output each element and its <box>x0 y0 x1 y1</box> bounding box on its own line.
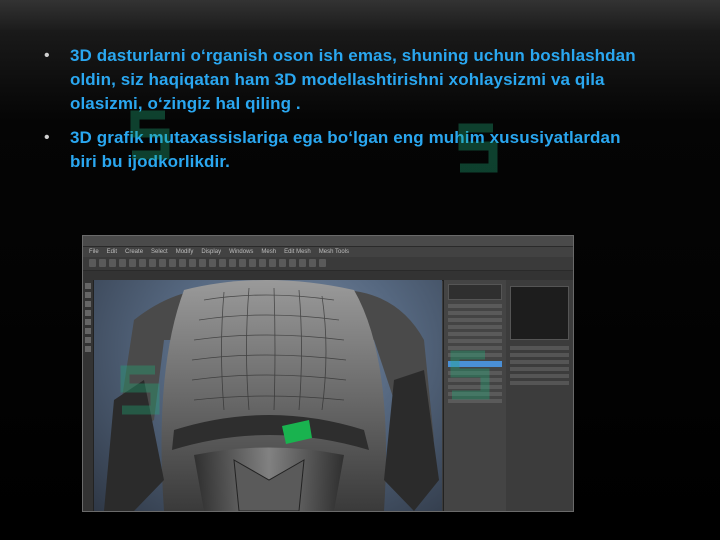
panel-row <box>510 346 569 350</box>
tool-button[interactable] <box>299 259 306 267</box>
tool-button[interactable] <box>89 259 96 267</box>
menu-item[interactable]: Display <box>201 247 221 257</box>
tool-button[interactable] <box>149 259 156 267</box>
attribute-row <box>448 311 502 315</box>
tool-button[interactable] <box>179 259 186 267</box>
app-toolbar <box>83 257 573 271</box>
menu-item[interactable]: Edit Mesh <box>284 247 311 257</box>
material-swatch[interactable] <box>448 284 502 300</box>
attribute-row <box>448 318 502 322</box>
tool-button[interactable] <box>119 259 126 267</box>
tool-button[interactable] <box>109 259 116 267</box>
menu-item[interactable]: Mesh <box>261 247 276 257</box>
move-tool-icon[interactable] <box>85 310 91 316</box>
menu-item[interactable]: Mesh Tools <box>319 247 349 257</box>
select-tool-icon[interactable] <box>85 283 91 289</box>
tool-button[interactable] <box>239 259 246 267</box>
bullet-dot: • <box>44 129 50 146</box>
watermark-s-icon <box>458 123 498 173</box>
layout-icon[interactable] <box>85 337 91 343</box>
tool-button[interactable] <box>99 259 106 267</box>
attribute-row <box>448 332 502 336</box>
rotate-tool-icon[interactable] <box>85 319 91 325</box>
menu-item[interactable]: File <box>89 247 99 257</box>
attribute-row <box>448 325 502 329</box>
layout-icon[interactable] <box>85 346 91 352</box>
scale-tool-icon[interactable] <box>85 328 91 334</box>
panel-row <box>510 374 569 378</box>
tool-button[interactable] <box>229 259 236 267</box>
preview-pane <box>510 286 569 340</box>
tool-button[interactable] <box>279 259 286 267</box>
right-side-panel <box>506 280 573 511</box>
watermark-s-icon <box>130 110 170 160</box>
tool-button[interactable] <box>169 259 176 267</box>
app-titlebar <box>83 236 573 247</box>
tool-button[interactable] <box>259 259 266 267</box>
watermark-s-icon <box>120 365 160 415</box>
top-band <box>0 0 720 30</box>
tool-button[interactable] <box>219 259 226 267</box>
menu-item[interactable]: Modify <box>176 247 194 257</box>
tool-button[interactable] <box>289 259 296 267</box>
menu-item[interactable]: Edit <box>107 247 117 257</box>
panel-row <box>510 360 569 364</box>
tool-button[interactable] <box>209 259 216 267</box>
tool-button[interactable] <box>129 259 136 267</box>
left-toolbox <box>83 280 94 511</box>
menu-item[interactable]: Select <box>151 247 168 257</box>
tool-button[interactable] <box>199 259 206 267</box>
tool-button[interactable] <box>309 259 316 267</box>
watermark-s-icon <box>450 350 490 400</box>
menu-item[interactable]: Windows <box>229 247 253 257</box>
panel-row <box>510 367 569 371</box>
tool-button[interactable] <box>269 259 276 267</box>
tool-button[interactable] <box>189 259 196 267</box>
menu-item[interactable]: Create <box>125 247 143 257</box>
panel-row <box>510 381 569 385</box>
tool-button[interactable] <box>249 259 256 267</box>
attribute-row <box>448 304 502 308</box>
app-menubar: File Edit Create Select Modify Display W… <box>83 247 573 257</box>
tool-button[interactable] <box>319 259 326 267</box>
panel-row <box>510 353 569 357</box>
tool-button[interactable] <box>159 259 166 267</box>
lasso-tool-icon[interactable] <box>85 292 91 298</box>
tool-button[interactable] <box>139 259 146 267</box>
attribute-row <box>448 339 502 343</box>
paint-tool-icon[interactable] <box>85 301 91 307</box>
bullet-dot: • <box>44 47 50 64</box>
